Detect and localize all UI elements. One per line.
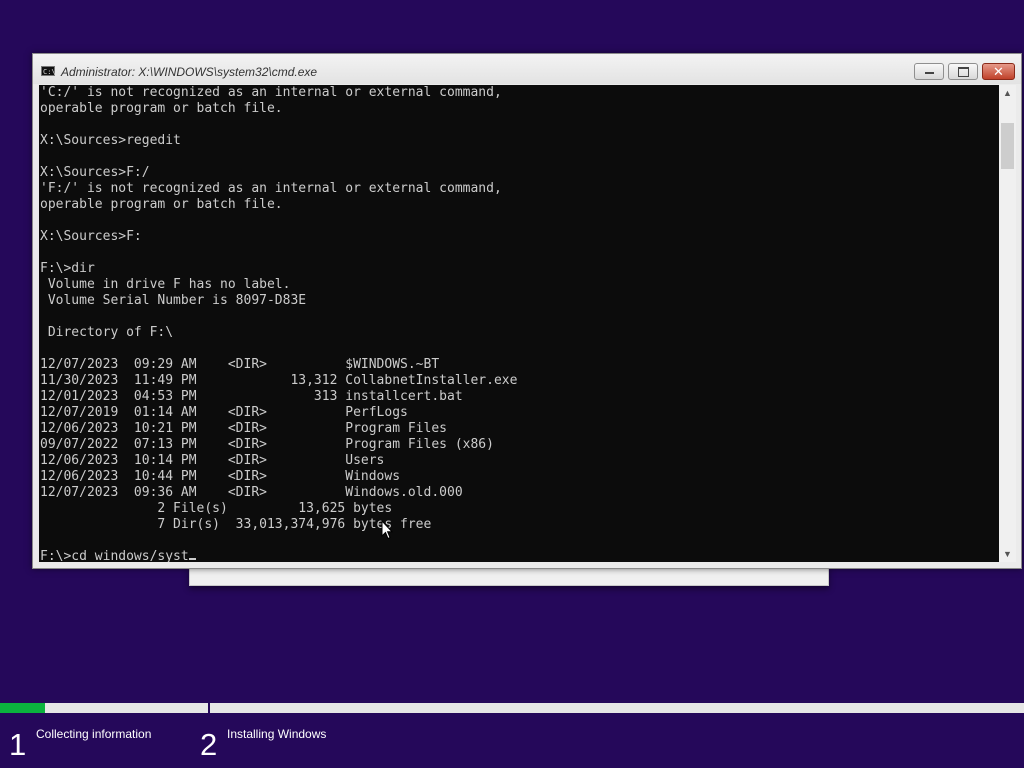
text-caret (188, 558, 196, 560)
progress-step-divider (208, 701, 210, 715)
maximize-button[interactable] (948, 63, 978, 80)
minimize-icon (925, 72, 934, 74)
step-number: 1 (9, 727, 27, 762)
command-line[interactable]: F:\>cd windows/syst (39, 549, 999, 562)
title-bar[interactable]: C:\ Administrator: X:\WINDOWS\system32\c… (33, 54, 1021, 84)
close-button[interactable]: ✕ (982, 63, 1015, 80)
close-icon: ✕ (993, 64, 1004, 79)
setup-progress-bar (0, 701, 1024, 715)
vertical-scrollbar[interactable]: ▲ ▼ (999, 85, 1016, 562)
scroll-thumb[interactable] (1001, 123, 1014, 169)
step-label: Collecting information (36, 727, 152, 741)
maximize-icon (958, 67, 969, 77)
console-output[interactable]: 'C:/' is not recognized as an internal o… (39, 85, 999, 562)
desktop: C:\ Administrator: X:\WINDOWS\system32\c… (0, 0, 1024, 768)
scroll-down-arrow-icon[interactable]: ▼ (999, 546, 1016, 562)
console-text: 'C:/' is not recognized as an internal o… (40, 85, 518, 532)
cmd-console-icon: C:\ (41, 66, 56, 76)
cmd-window[interactable]: C:\ Administrator: X:\WINDOWS\system32\c… (32, 53, 1022, 569)
mouse-pointer-icon (381, 520, 393, 540)
window-title: Administrator: X:\WINDOWS\system32\cmd.e… (61, 65, 318, 79)
step-label: Installing Windows (227, 727, 327, 741)
scroll-up-arrow-icon[interactable]: ▲ (999, 85, 1016, 101)
minimize-button[interactable] (914, 63, 944, 80)
current-command-input[interactable]: F:\>cd windows/syst (40, 549, 189, 562)
step-number: 2 (200, 727, 218, 762)
setup-progress-fill (0, 703, 46, 713)
